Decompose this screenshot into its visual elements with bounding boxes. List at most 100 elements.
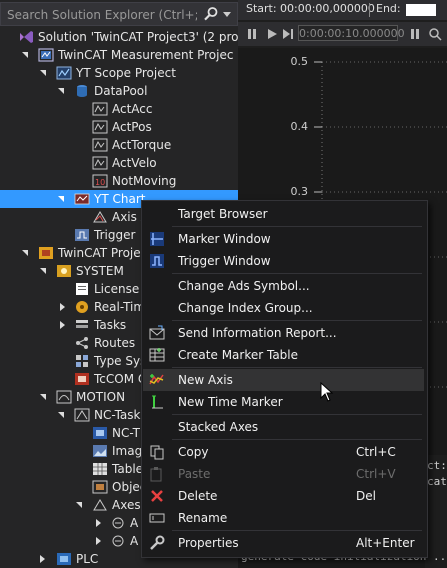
start-value: 00:00:00,000000 — [280, 2, 375, 15]
menu-item-shortcut: Ctrl+C — [356, 445, 396, 459]
expand-arrow-icon[interactable] — [76, 502, 82, 508]
menu-item-label: Properties — [178, 536, 239, 550]
menu-item-stacked-axes[interactable]: Stacked Axes — [143, 416, 424, 438]
trigger-window-icon — [150, 254, 164, 268]
expand-arrow-icon[interactable] — [58, 88, 64, 94]
menu-item-rename[interactable]: Rename — [143, 507, 424, 529]
search-bar — [0, 2, 238, 26]
image-icon — [93, 445, 107, 457]
step-icon[interactable] — [282, 28, 294, 40]
expand-arrow-icon[interactable] — [22, 52, 28, 58]
menu-item-label: Send Information Report... — [178, 326, 337, 340]
channel-icon — [92, 138, 108, 152]
plc-icon — [57, 553, 71, 565]
expand-arrow-icon[interactable] — [40, 268, 46, 274]
motion-icon — [56, 390, 72, 404]
delete-icon — [151, 490, 163, 502]
channel-icon — [92, 120, 108, 134]
expand-arrow-icon[interactable] — [22, 250, 28, 256]
menu-item-new-axis[interactable]: New Axis — [143, 369, 424, 391]
pause-icon[interactable] — [408, 27, 422, 41]
menu-item-create-marker-table[interactable]: Create Marker Table — [143, 344, 424, 366]
expand-arrow-icon[interactable] — [40, 394, 46, 400]
tree-item-label: Trigger — [94, 228, 136, 242]
menu-item-change-index-group[interactable]: Change Index Group... — [143, 297, 424, 319]
search-options-dropdown-icon[interactable] — [223, 12, 231, 17]
menu-item-label: New Time Marker — [178, 395, 283, 409]
tree-item-label: TcCOM O — [94, 372, 148, 386]
tree-item-label: ActVelo — [112, 156, 157, 170]
tree-item-label: ActTorque — [112, 138, 172, 152]
expand-arrow-icon[interactable] — [58, 196, 64, 202]
collapse-arrow-icon[interactable] — [96, 537, 101, 545]
tree-item-actvelo[interactable]: ActVelo — [0, 154, 238, 172]
expand-arrow-icon[interactable] — [58, 412, 64, 418]
measurement-project-icon — [38, 48, 54, 62]
y-tick-label: 0.4 — [290, 120, 309, 133]
menu-item-new-time-marker[interactable]: New Time Marker — [143, 391, 424, 413]
play-icon[interactable] — [266, 28, 278, 40]
menu-item-delete[interactable]: Delete Del — [143, 485, 424, 507]
menu-item-copy[interactable]: Copy Ctrl+C — [143, 441, 424, 463]
menu-item-marker-window[interactable]: Marker Window — [143, 228, 424, 250]
realtime-icon — [76, 301, 88, 313]
tree-item-notmoving[interactable]: 10 NotMoving — [0, 172, 238, 190]
tree-item-label: YT Scope Project — [76, 66, 176, 80]
menu-item-paste[interactable]: Paste Ctrl+V — [143, 463, 424, 485]
marker-table-icon — [149, 348, 165, 362]
tree-item-label: NC-Task — [94, 408, 141, 422]
tree-item-actpos[interactable]: ActPos — [0, 118, 238, 136]
collapse-arrow-icon[interactable] — [60, 321, 65, 329]
axis-item-icon — [112, 535, 124, 547]
svg-text:10: 10 — [95, 178, 105, 187]
paste-icon — [150, 467, 162, 482]
channel-icon — [92, 156, 108, 170]
end-label: End: — [376, 2, 401, 15]
tree-item-measurement-project[interactable]: TwinCAT Measurement Projec — [0, 46, 238, 64]
properties-icon — [150, 535, 165, 550]
menu-item-label: Change Index Group... — [178, 301, 313, 315]
tree-item-acttorque[interactable]: ActTorque — [0, 136, 238, 154]
collapse-arrow-icon[interactable] — [96, 519, 101, 527]
menu-separator — [172, 530, 422, 531]
trigger-icon — [75, 229, 89, 241]
tree-item-actacc[interactable]: ActAcc — [0, 100, 238, 118]
tree-item-label: Solution 'TwinCAT Project3' (2 pro — [38, 30, 238, 44]
collapse-arrow-icon[interactable] — [60, 303, 65, 311]
tree-item-datapool[interactable]: DataPool — [0, 82, 238, 100]
copy-icon — [150, 445, 164, 460]
target-browser-icon — [149, 206, 165, 222]
zoom-icon[interactable] — [428, 27, 442, 41]
menu-item-target-browser[interactable]: Target Browser — [143, 203, 424, 225]
menu-separator — [172, 320, 422, 321]
menu-item-trigger-window[interactable]: Trigger Window — [143, 250, 424, 272]
tccom-icon — [75, 373, 89, 385]
pause-icon[interactable] — [246, 28, 258, 40]
tree-item-label: Real-Tim — [94, 300, 146, 314]
menu-item-properties[interactable]: Properties Alt+Enter — [143, 532, 424, 554]
menu-separator — [172, 273, 422, 274]
tree-item-solution[interactable]: Solution 'TwinCAT Project3' (2 pro — [0, 28, 238, 46]
time-marker-icon — [152, 395, 163, 409]
tree-item-scope-project[interactable]: YT Scope Project — [0, 64, 238, 82]
menu-item-send-information-report[interactable]: Send Information Report... — [143, 322, 424, 344]
chart-icon — [74, 193, 90, 205]
expand-arrow-icon[interactable] — [40, 70, 46, 76]
menu-separator — [172, 226, 422, 227]
table-icon — [93, 463, 107, 475]
menu-item-change-ads-symbol[interactable]: Change Ads Symbol... — [143, 275, 424, 297]
menu-item-shortcut: Ctrl+V — [356, 467, 396, 481]
channel-icon — [92, 102, 108, 116]
search-input[interactable] — [7, 7, 197, 23]
nc-icon — [93, 427, 107, 439]
menu-separator — [172, 414, 422, 415]
tree-item-label: A — [130, 534, 139, 548]
output-line: cat — [427, 475, 447, 488]
time-offset-field[interactable]: 0:00:00:10.000000 — [298, 25, 405, 41]
collapse-arrow-icon[interactable] — [40, 555, 45, 563]
bool-channel-icon: 10 — [92, 174, 108, 188]
tree-item-label: YT Chart — [94, 192, 146, 206]
end-value-field[interactable] — [406, 4, 436, 16]
search-icon[interactable] — [203, 6, 219, 22]
y-tick-label: 0.5 — [290, 55, 309, 68]
